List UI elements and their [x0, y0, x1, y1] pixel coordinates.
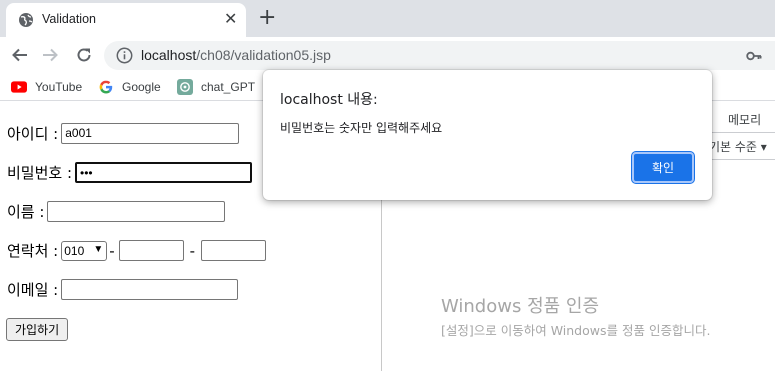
back-arrow-icon[interactable] — [8, 43, 32, 67]
url-text: localhost/ch08/validation05.jsp — [141, 47, 331, 63]
phone-separator: - — [189, 241, 196, 260]
alert-message: 비밀번호는 숫자만 입력해주세요 — [280, 121, 443, 135]
password-row: 비밀번호 : ••• — [7, 162, 253, 183]
tab-title: Validation — [42, 12, 96, 26]
tab-strip: Validation ✕ + — [0, 0, 775, 37]
id-row: 아이디 : a001 — [7, 123, 240, 144]
name-label: 이름 : — [7, 203, 45, 221]
phone-row: 연락처 : 010 ▼ - - — [7, 240, 267, 261]
windows-activation-watermark: Windows 정품 인증 [설정]으로 이동하여 Windows를 정품 인증… — [441, 292, 710, 339]
bookmark-label: chat_GPT — [201, 80, 256, 94]
bookmark-label: YouTube — [35, 80, 83, 94]
bookmark-youtube[interactable]: YouTube — [11, 78, 82, 96]
google-icon — [98, 79, 114, 95]
address-bar[interactable]: localhost/ch08/validation05.jsp — [104, 41, 775, 70]
chatgpt-icon — [177, 79, 193, 95]
name-input[interactable] — [47, 201, 226, 222]
reload-icon[interactable] — [72, 43, 96, 67]
phone-prefix-select[interactable]: 010 ▼ — [61, 240, 108, 261]
alert-dialog: localhost 내용: 비밀번호는 숫자만 입력해주세요 확인 — [263, 70, 712, 200]
activation-title: Windows 정품 인증 — [441, 296, 600, 317]
bookmark-chatgpt[interactable]: chat_GPT — [177, 78, 255, 96]
url-host: localhost — [141, 47, 197, 63]
log-level-dropdown[interactable]: 기본 수준 ▾ — [709, 138, 767, 155]
close-tab-icon[interactable]: ✕ — [224, 10, 237, 28]
id-label: 아이디 : — [7, 125, 59, 143]
forward-arrow-icon[interactable] — [38, 43, 62, 67]
phone-middle-input[interactable] — [118, 240, 184, 261]
signup-button[interactable]: 가입하기 — [6, 318, 69, 341]
globe-icon — [19, 13, 33, 27]
phone-label: 연락처 : — [7, 242, 59, 260]
info-icon[interactable] — [116, 47, 133, 64]
key-icon[interactable] — [746, 48, 762, 64]
email-input[interactable] — [61, 279, 239, 300]
youtube-icon — [11, 79, 27, 95]
url-path: /ch08/validation05.jsp — [196, 47, 331, 63]
email-label: 이메일 : — [7, 281, 59, 299]
bookmark-google[interactable]: Google — [98, 78, 161, 96]
name-row: 이름 : — [7, 201, 226, 222]
bookmark-label: Google — [122, 80, 161, 94]
alert-title: localhost 내용: — [280, 92, 378, 108]
email-row: 이메일 : — [7, 279, 239, 300]
phone-last-input[interactable] — [201, 240, 267, 261]
phone-prefix-value: 010 — [64, 243, 85, 258]
activation-subtitle: [설정]으로 이동하여 Windows를 정품 인증합니다. — [441, 323, 711, 338]
new-tab-icon[interactable]: + — [258, 6, 276, 30]
browser-toolbar: localhost/ch08/validation05.jsp — [0, 37, 775, 73]
phone-separator: - — [109, 241, 115, 260]
password-label: 비밀번호 : — [7, 164, 73, 182]
chevron-down-icon: ▼ — [93, 243, 104, 255]
ok-button[interactable]: 확인 — [632, 152, 694, 183]
id-input[interactable]: a001 — [61, 123, 240, 144]
devtools-tab-memory[interactable]: 메모리 — [728, 111, 761, 128]
password-input[interactable]: ••• — [75, 162, 253, 183]
tab-validation[interactable]: Validation ✕ — [6, 3, 246, 37]
